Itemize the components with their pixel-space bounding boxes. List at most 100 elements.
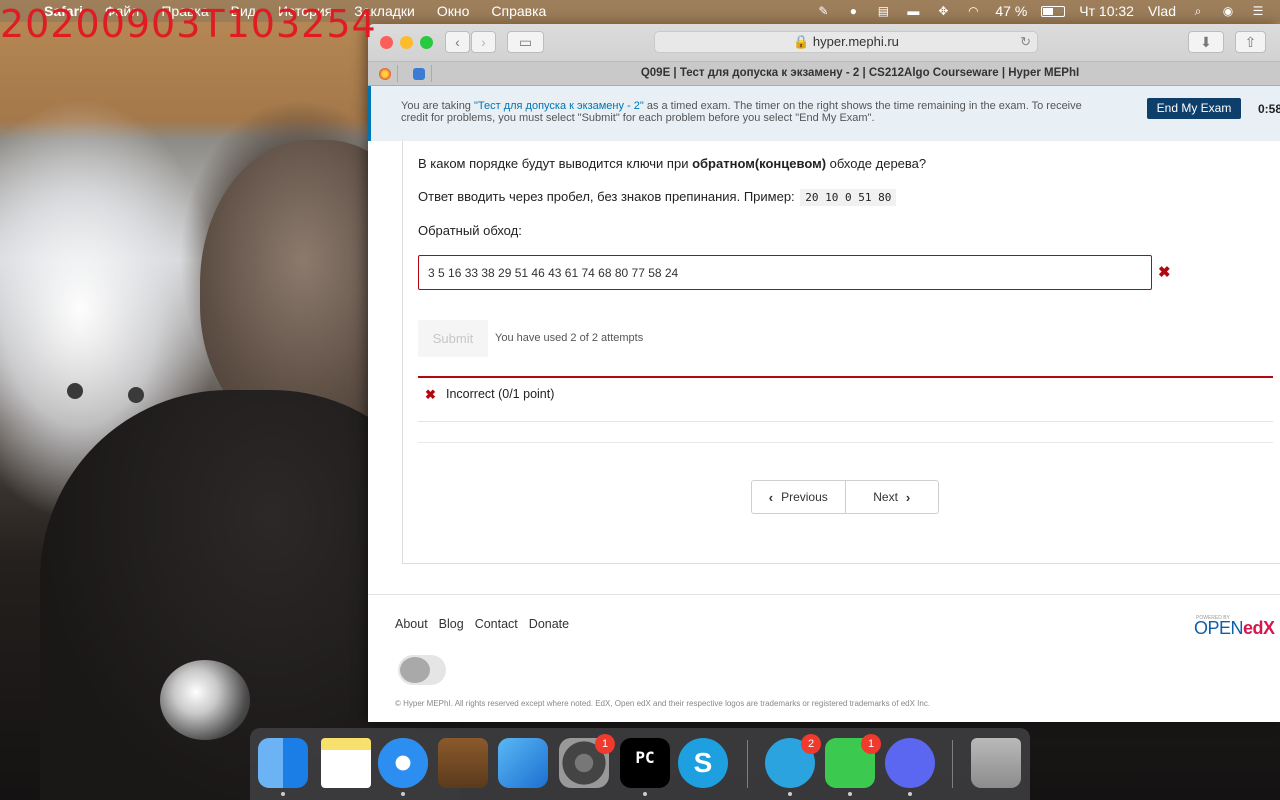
- previous-button[interactable]: ‹ Previous: [752, 481, 846, 513]
- download-icon: ⬇: [1200, 34, 1212, 50]
- pinned-tab[interactable]: [372, 65, 398, 82]
- running-indicator: [401, 792, 405, 796]
- incorrect-icon: ✖: [425, 387, 436, 402]
- chevron-right-icon: ›: [481, 34, 486, 50]
- sidebar-toggle-button[interactable]: ▭: [507, 31, 544, 53]
- notification-badge: 1: [861, 734, 881, 754]
- field-label: Обратный обход:: [418, 223, 522, 238]
- openedx-logo[interactable]: OPENedX: [1194, 618, 1275, 639]
- pencil-icon[interactable]: ✎: [815, 4, 831, 18]
- trash-icon[interactable]: [971, 738, 1021, 788]
- menu-help[interactable]: Справка: [480, 3, 557, 19]
- footer-link-contact[interactable]: Contact: [475, 617, 518, 631]
- chat-favicon-icon: [412, 68, 425, 80]
- pinned-tab[interactable]: [406, 65, 432, 82]
- running-indicator: [848, 792, 852, 796]
- incorrect-icon: ✖: [1158, 264, 1171, 281]
- user-name[interactable]: Vlad: [1148, 3, 1176, 19]
- close-window-button[interactable]: [380, 36, 393, 49]
- back-button[interactable]: ‹: [445, 31, 470, 53]
- submit-button[interactable]: Submit: [418, 320, 488, 357]
- question-text: В каком порядке будут выводится ключи пр…: [418, 156, 927, 171]
- divider: [418, 442, 1273, 443]
- battery-icon[interactable]: [1041, 5, 1066, 17]
- footer-link-donate[interactable]: Donate: [529, 617, 569, 631]
- menu-window[interactable]: Окно: [426, 3, 481, 19]
- pycharm-icon[interactable]: PC: [620, 738, 670, 788]
- downloads-button[interactable]: ⬇: [1188, 31, 1224, 53]
- lock-icon: 🔒: [793, 34, 810, 49]
- answer-instructions: Ответ вводить через пробел, без знаков п…: [418, 189, 897, 206]
- list-icon[interactable]: ☰: [1250, 4, 1266, 18]
- move-icon[interactable]: ✥: [935, 4, 951, 18]
- glass-ornament: [160, 660, 250, 740]
- problem-content: В каком порядке будут выводится ключи пр…: [368, 141, 1280, 601]
- address-bar[interactable]: 🔒 hyper.mephi.ru ↻: [654, 31, 1038, 53]
- chevron-right-icon: ›: [905, 489, 911, 505]
- zoom-window-button[interactable]: [420, 36, 433, 49]
- dock-separator: [952, 740, 953, 788]
- result-notification: ✖ Incorrect (0/1 point): [418, 376, 1273, 422]
- battery-percent[interactable]: 47 %: [995, 3, 1027, 19]
- footer-link-about[interactable]: About: [395, 617, 428, 631]
- result-text: Incorrect (0/1 point): [446, 387, 555, 401]
- copyright-text: © Hyper MEPhI. All rights reserved excep…: [395, 699, 931, 708]
- notes-icon[interactable]: [321, 738, 371, 788]
- xcode-icon[interactable]: [498, 738, 548, 788]
- clock[interactable]: Чт 10:32: [1079, 3, 1134, 19]
- dock: 1 PC S 2 1: [250, 728, 1030, 800]
- notification-badge: 1: [595, 734, 615, 754]
- running-indicator: [281, 792, 285, 796]
- exam-name-link[interactable]: "Тест для допуска к экзамену - 2": [474, 100, 644, 112]
- timed-exam-banner: You are taking "Тест для допуска к экзам…: [368, 86, 1280, 141]
- footer-links: About Blog Contact Donate: [395, 617, 569, 631]
- page-footer: About Blog Contact Donate © Hyper MEPhI.…: [368, 594, 1280, 722]
- pycharm-glyph: PC: [635, 748, 655, 767]
- answer-input[interactable]: [418, 255, 1152, 290]
- end-exam-button[interactable]: End My Exam: [1147, 98, 1241, 119]
- sequence-navigation: ‹ Previous Next ›: [751, 480, 939, 514]
- chevron-left-icon: ‹: [768, 489, 774, 505]
- facetime-icon[interactable]: 1: [825, 734, 881, 788]
- footer-link-blog[interactable]: Blog: [439, 617, 464, 631]
- message-icon[interactable]: ▤: [875, 4, 891, 18]
- notification-badge: 2: [801, 734, 821, 754]
- safari-icon[interactable]: [378, 738, 428, 788]
- finder-icon[interactable]: [258, 738, 308, 788]
- background-lamp: [128, 387, 144, 403]
- url-text: hyper.mephi.ru: [812, 34, 899, 49]
- forward-button[interactable]: ›: [471, 31, 496, 53]
- reload-icon[interactable]: ↻: [1020, 32, 1031, 52]
- background-lamp: [67, 383, 83, 399]
- recording-timestamp: 20200903T103254: [0, 2, 377, 46]
- share-icon: ⇧: [1244, 34, 1257, 50]
- telegram-icon[interactable]: 2: [765, 734, 821, 788]
- share-button[interactable]: ⇧: [1235, 31, 1266, 53]
- skype-glyph: S: [693, 747, 713, 778]
- attempts-text: You have used 2 of 2 attempts: [495, 332, 644, 344]
- skype-icon[interactable]: S: [678, 738, 728, 788]
- notification-icon[interactable]: ●: [845, 4, 861, 18]
- search-icon[interactable]: ⌕: [1190, 4, 1206, 18]
- browser-window: ‹ › ▭ 🔒 hyper.mephi.ru ↻ ⬇ ⇧ Q09E | Тест…: [368, 24, 1280, 722]
- example-code: 20 10 0 51 80: [800, 189, 897, 206]
- minimize-window-button[interactable]: [400, 36, 413, 49]
- active-tab[interactable]: Q09E | Тест для допуска к экзамену - 2 |…: [440, 67, 1280, 79]
- toggle-knob: [400, 657, 430, 683]
- sidebar-icon: ▭: [518, 34, 533, 50]
- running-indicator: [788, 792, 792, 796]
- wifi-icon[interactable]: ◠: [965, 4, 981, 18]
- tab-bar: Q09E | Тест для допуска к экзамену - 2 |…: [368, 62, 1280, 86]
- system-preferences-icon[interactable]: 1: [559, 734, 615, 788]
- theme-toggle[interactable]: [398, 655, 446, 685]
- browser-toolbar: ‹ › ▭ 🔒 hyper.mephi.ru ↻ ⬇ ⇧: [368, 24, 1280, 62]
- exam-notice: You are taking "Тест для допуска к экзам…: [401, 100, 1082, 124]
- discord-icon[interactable]: [885, 738, 935, 788]
- chevron-left-icon: ‹: [455, 34, 460, 50]
- flag-icon[interactable]: ▬: [905, 4, 921, 18]
- siri-icon[interactable]: ◉: [1220, 4, 1236, 18]
- next-button[interactable]: Next ›: [846, 481, 939, 513]
- exam-timer: 0:58:: [1258, 102, 1280, 116]
- garageband-icon[interactable]: [438, 738, 488, 788]
- dock-separator: [747, 740, 748, 788]
